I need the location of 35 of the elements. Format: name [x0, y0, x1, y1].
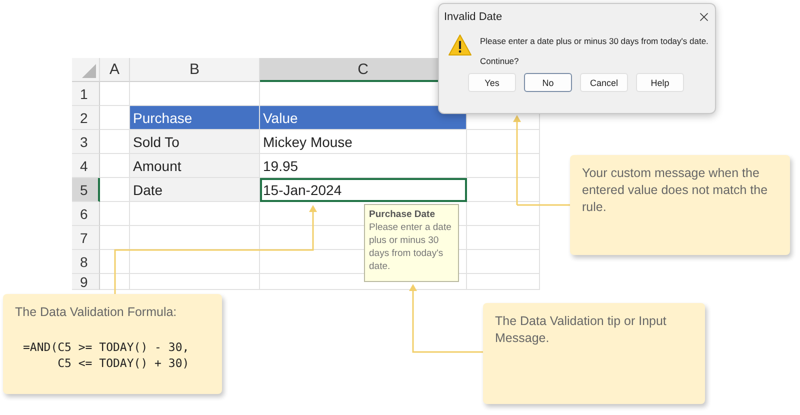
dialog-message: Please enter a date plus or minus 30 days from today's date. — [480, 36, 708, 46]
row-header[interactable]: 1 — [72, 82, 100, 106]
tooltip-text: Please enter a date plus or minus 30 days from today's date. — [369, 221, 452, 273]
dialog-title: Invalid Date — [444, 11, 502, 23]
row-header[interactable]: 2 — [72, 106, 100, 130]
tooltip-title: Purchase Date — [369, 208, 436, 221]
callout-text: The Data Validation tip or Input Message. — [495, 313, 668, 347]
table-cell: Purchase — [130, 106, 260, 130]
row-header[interactable]: 8 — [72, 250, 100, 274]
table-cell: Mickey Mouse — [260, 130, 467, 154]
row-header[interactable]: 9 — [72, 274, 100, 290]
dialog-question: Continue? — [480, 56, 520, 66]
corner-triangle-icon — [82, 64, 96, 78]
dialog-button[interactable]: No — [524, 73, 572, 92]
row-header[interactable]: 7 — [72, 226, 100, 250]
table-cell: Date — [130, 178, 260, 202]
table-cell: Amount — [130, 154, 260, 178]
formula-text: =AND(C5 >= TODAY() - 30, C5 <= TODAY() + 30) — [23, 339, 190, 371]
warning-icon — [448, 34, 472, 56]
close-icon[interactable] — [697, 10, 711, 24]
row-header[interactable]: 3 — [72, 130, 100, 154]
column-header[interactable]: B — [130, 58, 260, 82]
table-cell: Sold To — [130, 130, 260, 154]
table-cell: Value — [260, 106, 467, 130]
dialog-button[interactable]: Help — [636, 73, 684, 92]
row-header[interactable]: 6 — [72, 202, 100, 226]
callout-text: The Data Validation Formula: — [15, 304, 178, 321]
active-cell: 15-Jan-2024 — [260, 178, 467, 202]
dialog-button[interactable]: Yes — [468, 73, 516, 92]
dialog-button[interactable]: Cancel — [580, 73, 628, 92]
table-cell: 19.95 — [260, 154, 467, 178]
row-header[interactable]: 4 — [72, 154, 100, 178]
row-header[interactable]: 5 — [72, 178, 100, 202]
callout-text: Your custom message when the entered value does not match the rule. — [582, 165, 769, 216]
column-header[interactable]: A — [100, 58, 130, 82]
